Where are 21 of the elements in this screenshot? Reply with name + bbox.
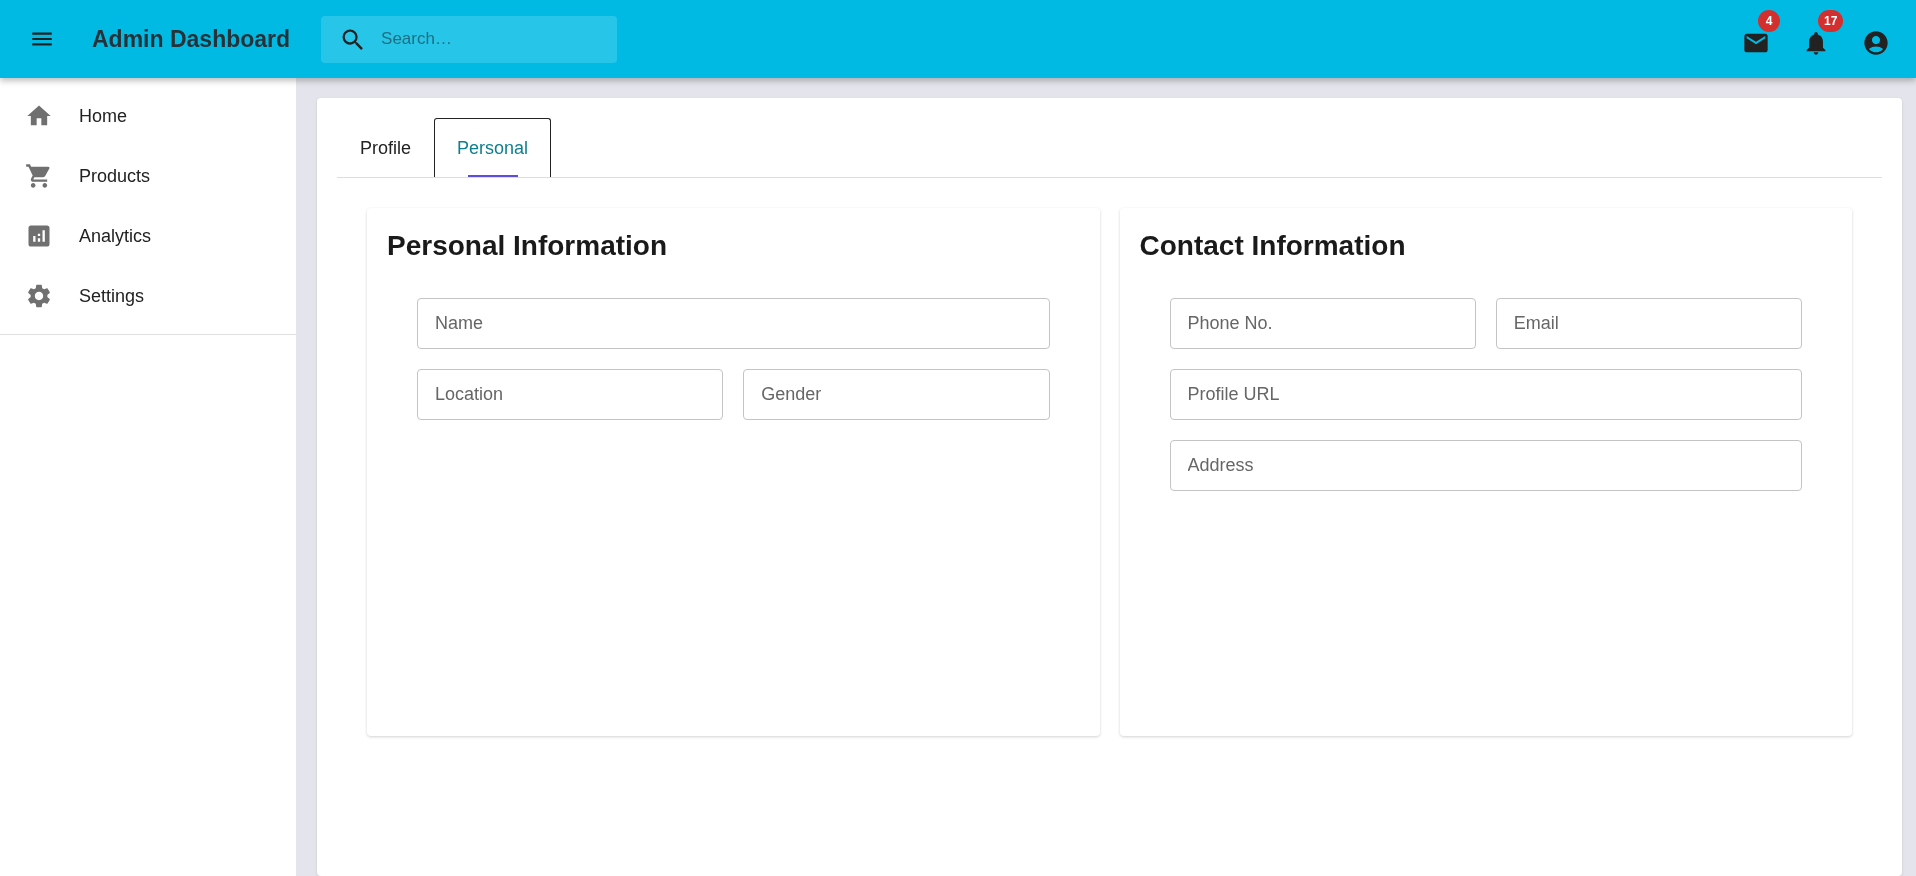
- sidebar-item[interactable]: Settings: [0, 266, 296, 326]
- sidebar-item[interactable]: Home: [0, 86, 296, 146]
- input-field[interactable]: Name: [417, 298, 1050, 349]
- input-field[interactable]: Email: [1495, 298, 1802, 349]
- settings-icon: [25, 282, 53, 310]
- section-heading: Contact Information: [1139, 230, 1407, 262]
- app-title: Admin Dashboard: [92, 25, 291, 53]
- input-field[interactable]: Address: [1169, 440, 1802, 491]
- section-heading: Personal Information: [387, 230, 669, 262]
- input-field[interactable]: Location: [417, 369, 724, 420]
- sidebar-item[interactable]: Products: [0, 146, 296, 206]
- sidebar-item[interactable]: Analytics: [0, 206, 296, 266]
- account-button[interactable]: [1862, 30, 1890, 56]
- count-badge: 4: [1758, 10, 1780, 32]
- tab[interactable]: Personal: [434, 118, 552, 177]
- input-field[interactable]: Profile URL: [1169, 369, 1802, 420]
- input-field[interactable]: Phone No.: [1169, 298, 1476, 349]
- count-badge: 17: [1818, 10, 1844, 32]
- input-field[interactable]: Gender: [743, 369, 1050, 420]
- tab[interactable]: Profile: [337, 118, 435, 177]
- search-field[interactable]: Search…: [321, 15, 618, 63]
